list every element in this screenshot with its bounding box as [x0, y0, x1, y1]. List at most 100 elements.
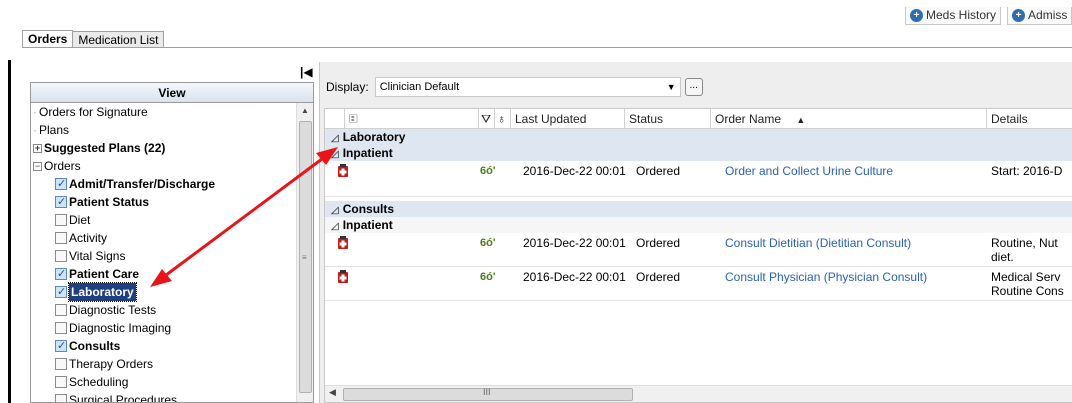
status-cell: Ordered	[636, 270, 681, 284]
plus-circle-icon: +	[910, 8, 923, 22]
header-comment-icon[interactable]: 🗉	[345, 109, 479, 129]
tab-divider	[22, 47, 1072, 48]
collapse-triangle-icon[interactable]: ◿	[331, 133, 339, 144]
tree-item-label: Diet	[69, 213, 91, 227]
collapse-triangle-icon[interactable]: ◿	[331, 205, 339, 216]
last-updated-cell: 2016-Dec-22 00:01	[523, 270, 626, 284]
scroll-left-icon[interactable]: ◀	[329, 387, 336, 398]
checkbox-unchecked[interactable]	[55, 304, 67, 316]
glasses-icon[interactable]: 6ó'	[480, 271, 495, 283]
details-cell: Medical Serv	[991, 270, 1061, 284]
admission-label: Admiss	[1028, 8, 1068, 22]
checkbox-unchecked[interactable]	[55, 214, 67, 226]
chevron-down-icon: ▼	[666, 82, 676, 92]
collapse-panel-icon[interactable]: |◀	[300, 65, 313, 79]
view-panel: View · Orders for Signature · Plans + Sugge…	[30, 82, 314, 403]
tree-item-label: Suggested Plans (22)	[44, 141, 166, 155]
tab-medication-list[interactable]: Medication List	[72, 31, 165, 48]
details-cell: Routine, Nut	[991, 236, 1058, 250]
tab-bar: Orders Medication List	[22, 30, 165, 48]
tab-orders[interactable]: Orders	[22, 30, 74, 48]
table-row[interactable]: 6ó' 2016-Dec-22 00:01 Ordered Order and …	[325, 161, 1072, 197]
tree-item-diagnostic-imaging[interactable]: Diagnostic Imaging	[55, 319, 171, 337]
view-vertical-scrollbar[interactable]: ▲ ≡	[296, 103, 313, 402]
tree-item-label: Laboratory	[68, 282, 137, 302]
tree-item-therapy-orders[interactable]: Therapy Orders	[55, 355, 153, 373]
subsection-inpatient[interactable]: ◿ Inpatient	[325, 145, 1072, 161]
tree-item-suggested-plans[interactable]: + Suggested Plans (22)	[33, 139, 165, 157]
orders-grid: 🗉 ⛛ ♁ Last Updated Status Order Name ▲ D…	[324, 108, 1072, 403]
checkbox-checked[interactable]	[55, 283, 67, 301]
section-laboratory[interactable]: ◿ Laboratory	[325, 129, 1072, 145]
header-flag-icon[interactable]: ⛛	[479, 109, 495, 129]
tree-item-orders-for-signature[interactable]: · Orders for Signature	[33, 103, 148, 121]
meds-history-label: Meds History	[926, 8, 997, 22]
expand-plus-icon[interactable]: +	[33, 143, 42, 153]
tree-item-activity[interactable]: Activity	[55, 229, 107, 247]
checkbox-unchecked[interactable]	[55, 250, 67, 262]
tree-item-patient-status[interactable]: Patient Status	[55, 193, 149, 211]
glasses-icon[interactable]: 6ó'	[480, 237, 495, 249]
checkbox-checked[interactable]	[55, 265, 67, 283]
subsection-title: Inpatient	[342, 218, 393, 232]
tree-item-orders[interactable]: − Orders	[33, 157, 81, 175]
view-tree: · Orders for Signature · Plans + Suggested …	[31, 103, 297, 402]
tree-item-label: Therapy Orders	[69, 357, 154, 371]
checkbox-checked[interactable]	[55, 337, 67, 355]
checkbox-unchecked[interactable]	[55, 232, 67, 244]
tree-item-label: Vital Signs	[69, 249, 126, 263]
checkbox-checked[interactable]	[55, 193, 67, 211]
tree-item-consults[interactable]: Consults	[55, 337, 120, 355]
display-more-button[interactable]: ...	[684, 78, 703, 96]
checkbox-unchecked[interactable]	[55, 376, 67, 388]
tree-item-label: Patient Care	[69, 267, 140, 281]
tree-item-surgical-procedures[interactable]: Surgical Procedures	[55, 391, 177, 402]
header-details[interactable]: Details	[987, 109, 1072, 129]
section-consults[interactable]: ◿ Consults	[325, 201, 1072, 217]
order-name-link[interactable]: Consult Dietitian (Dietitian Consult)	[725, 236, 911, 250]
subsection-inpatient[interactable]: ◿ Inpatient	[325, 217, 1072, 233]
glasses-icon[interactable]: 6ó'	[480, 165, 495, 177]
order-name-link[interactable]: Order and Collect Urine Culture	[725, 164, 893, 178]
scroll-up-icon[interactable]: ▲	[297, 103, 313, 119]
collapse-triangle-icon[interactable]: ◿	[331, 149, 339, 160]
collapse-minus-icon[interactable]: −	[33, 161, 42, 171]
tree-item-plans[interactable]: · Plans	[33, 121, 69, 139]
table-row[interactable]: 6ó' 2016-Dec-22 00:01 Ordered Consult Di…	[325, 233, 1072, 267]
tree-item-label: Patient Status	[69, 195, 150, 209]
tree-item-admit-transfer-discharge[interactable]: Admit/Transfer/Discharge	[55, 175, 215, 193]
section-title: Laboratory	[342, 130, 406, 144]
admission-button[interactable]: + Admiss	[1007, 7, 1072, 25]
collapse-triangle-icon[interactable]: ◿	[331, 221, 339, 232]
tree-item-laboratory[interactable]: Laboratory	[55, 282, 137, 302]
tree-item-diagnostic-tests[interactable]: Diagnostic Tests	[55, 301, 156, 319]
header-order-name[interactable]: Order Name ▲	[711, 109, 987, 129]
header-last-updated[interactable]: Last Updated	[511, 109, 625, 129]
tree-item-scheduling[interactable]: Scheduling	[55, 373, 128, 391]
details-cell-line2: diet.	[991, 250, 1014, 264]
checkbox-unchecked[interactable]	[55, 322, 67, 334]
header-status[interactable]: Status	[625, 109, 711, 129]
grid-header: 🗉 ⛛ ♁ Last Updated Status Order Name ▲ D…	[325, 109, 1072, 129]
checkbox-unchecked[interactable]	[55, 394, 67, 402]
tree-item-vital-signs[interactable]: Vital Signs	[55, 247, 125, 265]
table-row[interactable]: 6ó' 2016-Dec-22 00:01 Ordered Consult Ph…	[325, 267, 1072, 301]
order-name-link[interactable]: Consult Physician (Physician Consult)	[725, 270, 927, 284]
orders-panel: Display: Clinician Default ▼ ... 🗉 ⛛ ♁ L…	[319, 62, 1072, 403]
subsection-title: Inpatient	[342, 146, 393, 160]
checkbox-unchecked[interactable]	[55, 358, 67, 370]
scroll-grip-icon: ≡	[302, 253, 307, 262]
display-row: Display: Clinician Default ▼ ...	[326, 77, 703, 97]
tree-item-label: Orders for Signature	[39, 105, 148, 119]
display-label: Display:	[326, 80, 369, 94]
tree-item-patient-care[interactable]: Patient Care	[55, 265, 139, 283]
header-link-icon[interactable]: ♁	[495, 109, 511, 129]
display-select[interactable]: Clinician Default ▼	[374, 77, 681, 97]
grid-horizontal-scrollbar[interactable]: ◀ III	[325, 385, 1072, 402]
tree-item-label: Diagnostic Tests	[69, 303, 157, 317]
meds-history-button[interactable]: + Meds History	[905, 7, 1002, 25]
last-updated-cell: 2016-Dec-22 00:01	[523, 236, 626, 250]
tree-item-diet[interactable]: Diet	[55, 211, 90, 229]
checkbox-checked[interactable]	[55, 175, 67, 193]
grid-header-blank	[325, 109, 345, 129]
